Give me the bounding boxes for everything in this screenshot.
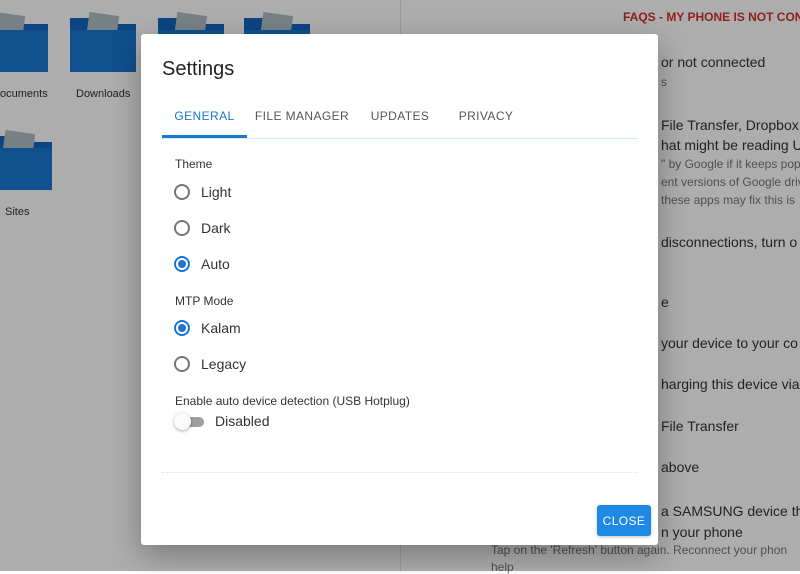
mtp-option-legacy[interactable]: Legacy xyxy=(174,352,246,376)
dialog-title: Settings xyxy=(162,58,235,80)
radio-label: Auto xyxy=(201,256,230,272)
radio-button[interactable] xyxy=(174,356,190,372)
dialog-divider xyxy=(162,472,638,473)
toggle-thumb[interactable] xyxy=(174,413,191,430)
mtp-option-kalam[interactable]: Kalam xyxy=(174,316,241,340)
theme-option-dark[interactable]: Dark xyxy=(174,216,231,240)
active-tab-indicator xyxy=(162,135,247,138)
tab-general[interactable]: GENERAL xyxy=(162,104,247,138)
theme-option-light[interactable]: Light xyxy=(174,180,231,204)
hotplug-toggle[interactable] xyxy=(174,412,206,430)
settings-dialog: Settings GENERAL FILE MANAGER UPDATES PR… xyxy=(141,34,658,545)
close-button[interactable]: CLOSE xyxy=(597,505,651,536)
radio-label: Dark xyxy=(201,220,231,236)
tab-file-manager[interactable]: FILE MANAGER xyxy=(250,104,354,138)
radio-label: Legacy xyxy=(201,356,247,372)
settings-tabs: GENERAL FILE MANAGER UPDATES PRIVACY xyxy=(162,104,638,139)
hotplug-toggle-row[interactable]: Disabled xyxy=(174,412,269,430)
hotplug-label: Enable auto device detection (USB Hotplu… xyxy=(175,394,410,408)
radio-label: Kalam xyxy=(201,320,241,336)
theme-option-auto[interactable]: Auto xyxy=(174,252,230,276)
radio-label: Light xyxy=(201,184,232,200)
mtp-mode-label: MTP Mode xyxy=(175,294,234,308)
hotplug-state-label: Disabled xyxy=(215,413,270,429)
tab-privacy[interactable]: PRIVACY xyxy=(444,104,528,138)
radio-button[interactable] xyxy=(174,256,190,272)
tab-updates[interactable]: UPDATES xyxy=(358,104,442,138)
radio-button[interactable] xyxy=(174,320,190,336)
radio-button[interactable] xyxy=(174,184,190,200)
theme-label: Theme xyxy=(175,157,213,171)
radio-button[interactable] xyxy=(174,220,190,236)
